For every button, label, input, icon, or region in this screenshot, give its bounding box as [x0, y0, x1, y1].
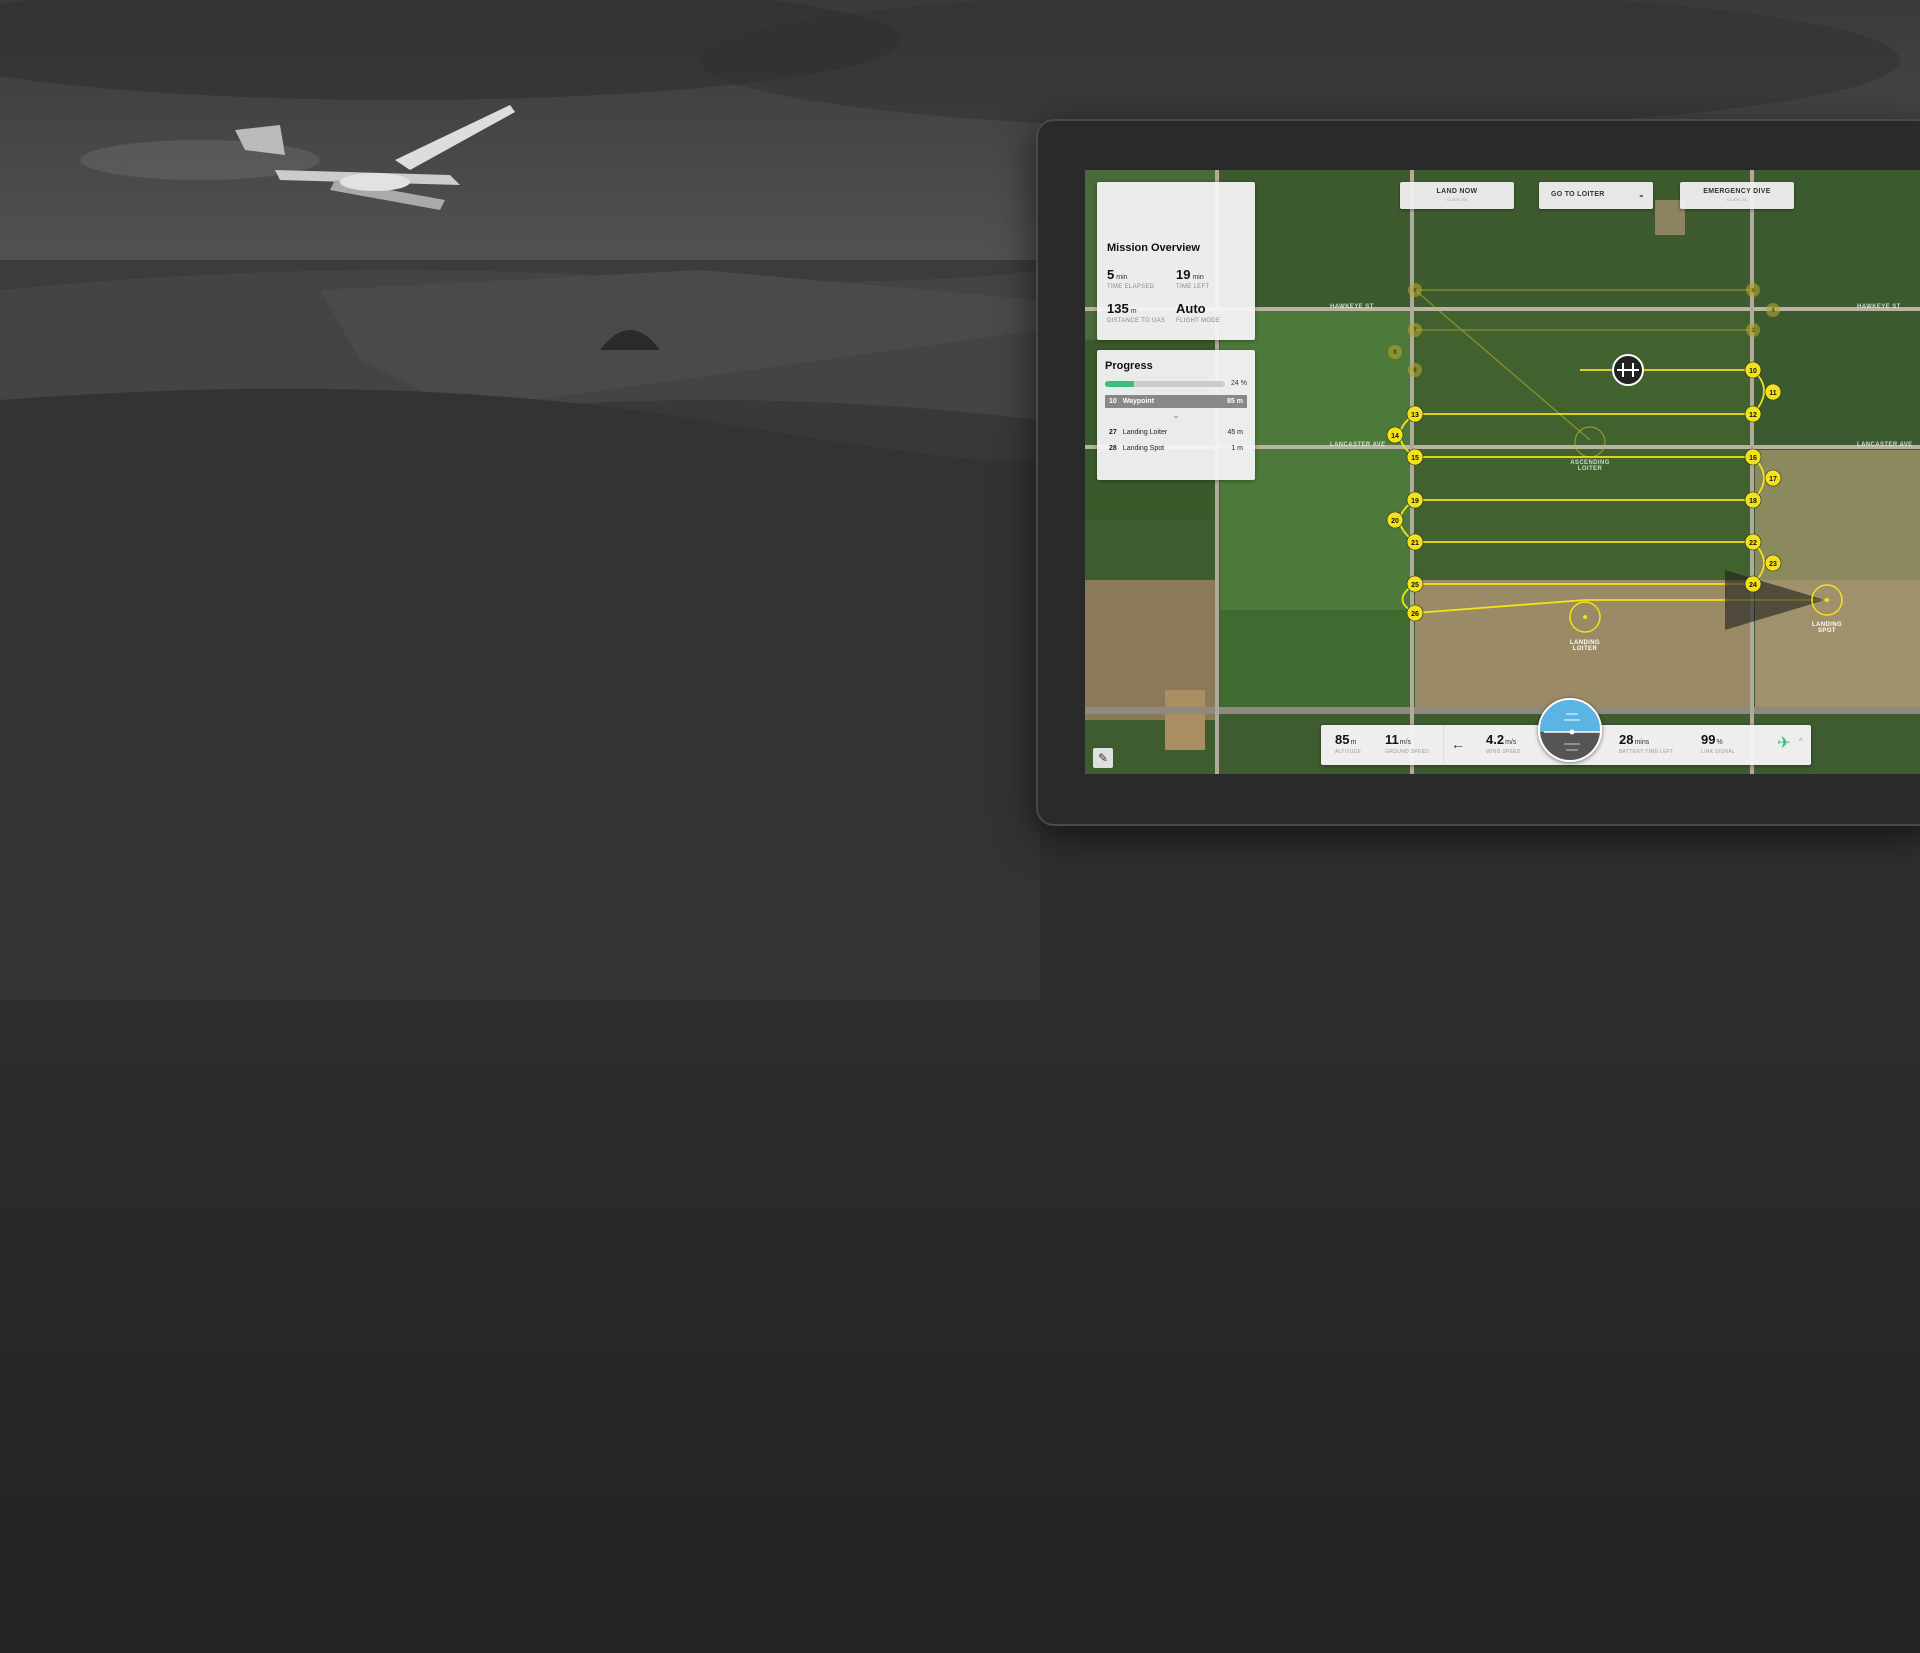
- waypoint-17-label: 17: [1769, 476, 1777, 483]
- waypoint-12-label: 12: [1749, 412, 1757, 419]
- waypoint-25-label: 25: [1411, 582, 1419, 589]
- land-now-button[interactable]: LAND NOW CLICK 2X: [1400, 182, 1514, 209]
- progress-panel: Progress 24 % 10 Waypoint 85 m ⌄ 27 Landin…: [1097, 350, 1255, 480]
- ruler-icon[interactable]: ✎: [1093, 748, 1113, 768]
- waypoint-10-label: 10: [1749, 368, 1757, 375]
- ground-control-screen: 10 11 12 13 14 15 16 17 18 19 20 21 22 2…: [1085, 170, 1920, 774]
- current-waypoint-row[interactable]: 10 Waypoint 85 m: [1105, 395, 1247, 408]
- time-elapsed-stat: 5 min TIME ELAPSED: [1107, 267, 1155, 290]
- plane-icon[interactable]: ✈: [1772, 733, 1796, 757]
- link-signal-readout: 99% LINK SIGNAL: [1701, 732, 1736, 755]
- waypoint-row-landing-loiter[interactable]: 27 Landing Loiter 45 m: [1105, 426, 1247, 439]
- landing-spot-label: LANDING SPOT: [1811, 622, 1843, 634]
- ground-speed-readout: 11m/s GROUND SPEED: [1385, 732, 1430, 755]
- street-label-hawkeye: HAWKEYE ST: [1330, 304, 1374, 310]
- time-left-stat: 19 min TIME LEFT: [1176, 267, 1210, 290]
- distance-to-uas-stat: 135 m DISTANCE TO UAS: [1107, 301, 1166, 324]
- waypoint-row-landing-spot[interactable]: 28 Landing Spot 1 m: [1105, 442, 1247, 455]
- ascending-loiter-label: ASCENDING LOITER: [1570, 460, 1610, 472]
- waypoint-26-label: 26: [1411, 611, 1419, 618]
- mission-overview-title: Mission Overview: [1107, 242, 1200, 254]
- go-to-loiter-dropdown[interactable]: GO TO LOITER ⌄: [1539, 182, 1653, 209]
- street-label-lancaster: LANCASTER AVE: [1330, 442, 1386, 448]
- waypoint-15-label: 15: [1411, 455, 1419, 462]
- progress-title: Progress: [1105, 360, 1153, 372]
- waypoint-23-label: 23: [1769, 561, 1777, 568]
- mission-overview-panel: Mission Overview 5 min TIME ELAPSED 19 min…: [1097, 182, 1255, 340]
- chevron-up-icon[interactable]: ^: [1799, 737, 1803, 746]
- progress-bar: [1105, 380, 1226, 387]
- landing-loiter-label: LANDING LOITER: [1569, 640, 1601, 652]
- battery-readout: 28mins BATTERY TIME LEFT: [1619, 732, 1674, 755]
- chevron-down-icon[interactable]: ⌄: [1105, 411, 1247, 420]
- street-label-lancaster-right: LANCASTER AVE: [1857, 442, 1913, 448]
- waypoint-22-label: 22: [1749, 540, 1757, 547]
- chevron-down-icon: ⌄: [1637, 190, 1645, 199]
- arrow-left-icon[interactable]: ←: [1451, 736, 1465, 752]
- waypoint-19-label: 19: [1411, 498, 1419, 505]
- emergency-dive-button[interactable]: EMERGENCY DIVE CLICK 2X: [1680, 182, 1794, 209]
- progress-bar-fill: [1105, 380, 1134, 387]
- waypoint-24-label: 24: [1749, 582, 1757, 589]
- altitude-readout: 85m ALTITUDE: [1335, 732, 1362, 755]
- waypoint-20-label: 20: [1391, 518, 1399, 525]
- waypoint-21-label: 21: [1411, 540, 1419, 547]
- wind-speed-readout: 4.2m/s WIND SPEED: [1486, 732, 1521, 755]
- street-label-hawkeye-right: HAWKEYE ST: [1857, 304, 1901, 310]
- divider: [1443, 725, 1444, 765]
- waypoint-11-label: 11: [1769, 390, 1777, 397]
- progress-percent: 24 %: [1231, 380, 1247, 387]
- attitude-indicator[interactable]: [1538, 698, 1602, 762]
- flight-mode-stat: Auto FLIGHT MODE: [1176, 301, 1221, 324]
- waypoint-18-label: 18: [1749, 498, 1757, 505]
- waypoint-14-label: 14: [1391, 433, 1399, 440]
- waypoint-16-label: 16: [1749, 455, 1757, 462]
- waypoint-13-label: 13: [1411, 412, 1419, 419]
